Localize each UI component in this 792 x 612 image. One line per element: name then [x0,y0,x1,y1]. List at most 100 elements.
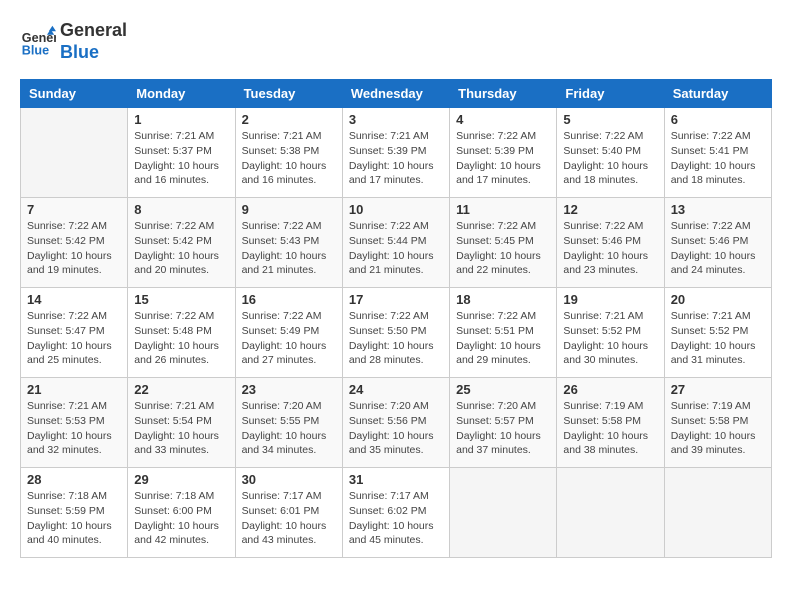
daylight-label: Daylight: 10 hours and 16 minutes. [242,160,327,187]
day-cell: 12 Sunrise: 7:22 AM Sunset: 5:46 PM Dayl… [557,198,664,288]
sunset-label: Sunset: 5:59 PM [27,505,105,517]
sunset-label: Sunset: 5:48 PM [134,325,212,337]
day-number: 11 [456,202,550,217]
sunrise-label: Sunrise: 7:22 AM [134,220,214,232]
day-info: Sunrise: 7:22 AM Sunset: 5:51 PM Dayligh… [456,309,550,368]
sunset-label: Sunset: 5:38 PM [242,145,320,157]
logo: General Blue General Blue [20,20,127,63]
day-info: Sunrise: 7:22 AM Sunset: 5:46 PM Dayligh… [671,219,765,278]
day-cell [664,468,771,558]
day-info: Sunrise: 7:22 AM Sunset: 5:42 PM Dayligh… [27,219,121,278]
sunset-label: Sunset: 5:37 PM [134,145,212,157]
day-number: 7 [27,202,121,217]
day-number: 17 [349,292,443,307]
day-cell [450,468,557,558]
day-cell: 5 Sunrise: 7:22 AM Sunset: 5:40 PM Dayli… [557,108,664,198]
day-cell: 25 Sunrise: 7:20 AM Sunset: 5:57 PM Dayl… [450,378,557,468]
day-cell [21,108,128,198]
day-info: Sunrise: 7:22 AM Sunset: 5:40 PM Dayligh… [563,129,657,188]
column-header-friday: Friday [557,80,664,108]
day-info: Sunrise: 7:22 AM Sunset: 5:46 PM Dayligh… [563,219,657,278]
day-info: Sunrise: 7:22 AM Sunset: 5:47 PM Dayligh… [27,309,121,368]
daylight-label: Daylight: 10 hours and 42 minutes. [134,520,219,547]
daylight-label: Daylight: 10 hours and 24 minutes. [671,250,756,277]
sunrise-label: Sunrise: 7:22 AM [349,220,429,232]
day-number: 16 [242,292,336,307]
day-number: 28 [27,472,121,487]
day-info: Sunrise: 7:22 AM Sunset: 5:43 PM Dayligh… [242,219,336,278]
daylight-label: Daylight: 10 hours and 20 minutes. [134,250,219,277]
daylight-label: Daylight: 10 hours and 18 minutes. [671,160,756,187]
column-header-saturday: Saturday [664,80,771,108]
day-info: Sunrise: 7:21 AM Sunset: 5:37 PM Dayligh… [134,129,228,188]
day-info: Sunrise: 7:22 AM Sunset: 5:39 PM Dayligh… [456,129,550,188]
day-cell: 22 Sunrise: 7:21 AM Sunset: 5:54 PM Dayl… [128,378,235,468]
sunrise-label: Sunrise: 7:21 AM [27,400,107,412]
sunset-label: Sunset: 5:55 PM [242,415,320,427]
day-number: 21 [27,382,121,397]
day-cell: 9 Sunrise: 7:22 AM Sunset: 5:43 PM Dayli… [235,198,342,288]
column-header-thursday: Thursday [450,80,557,108]
day-info: Sunrise: 7:22 AM Sunset: 5:48 PM Dayligh… [134,309,228,368]
sunrise-label: Sunrise: 7:21 AM [242,130,322,142]
sunrise-label: Sunrise: 7:22 AM [563,220,643,232]
day-info: Sunrise: 7:22 AM Sunset: 5:42 PM Dayligh… [134,219,228,278]
sunset-label: Sunset: 5:52 PM [671,325,749,337]
day-number: 15 [134,292,228,307]
sunset-label: Sunset: 5:39 PM [456,145,534,157]
sunrise-label: Sunrise: 7:22 AM [671,220,751,232]
sunrise-label: Sunrise: 7:19 AM [563,400,643,412]
column-header-sunday: Sunday [21,80,128,108]
day-number: 25 [456,382,550,397]
sunset-label: Sunset: 5:56 PM [349,415,427,427]
sunset-label: Sunset: 6:01 PM [242,505,320,517]
day-info: Sunrise: 7:18 AM Sunset: 6:00 PM Dayligh… [134,489,228,548]
calendar-table: SundayMondayTuesdayWednesdayThursdayFrid… [20,79,772,558]
daylight-label: Daylight: 10 hours and 27 minutes. [242,340,327,367]
day-number: 6 [671,112,765,127]
day-number: 12 [563,202,657,217]
sunset-label: Sunset: 5:54 PM [134,415,212,427]
day-info: Sunrise: 7:21 AM Sunset: 5:39 PM Dayligh… [349,129,443,188]
sunrise-label: Sunrise: 7:22 AM [456,310,536,322]
day-info: Sunrise: 7:19 AM Sunset: 5:58 PM Dayligh… [671,399,765,458]
day-cell: 18 Sunrise: 7:22 AM Sunset: 5:51 PM Dayl… [450,288,557,378]
day-cell: 1 Sunrise: 7:21 AM Sunset: 5:37 PM Dayli… [128,108,235,198]
header-row: SundayMondayTuesdayWednesdayThursdayFrid… [21,80,772,108]
week-row-4: 21 Sunrise: 7:21 AM Sunset: 5:53 PM Dayl… [21,378,772,468]
sunrise-label: Sunrise: 7:22 AM [563,130,643,142]
sunrise-label: Sunrise: 7:22 AM [456,220,536,232]
sunset-label: Sunset: 5:49 PM [242,325,320,337]
daylight-label: Daylight: 10 hours and 33 minutes. [134,430,219,457]
day-info: Sunrise: 7:20 AM Sunset: 5:57 PM Dayligh… [456,399,550,458]
day-cell: 6 Sunrise: 7:22 AM Sunset: 5:41 PM Dayli… [664,108,771,198]
page-header: General Blue General Blue [20,20,772,63]
day-cell: 20 Sunrise: 7:21 AM Sunset: 5:52 PM Dayl… [664,288,771,378]
day-cell: 16 Sunrise: 7:22 AM Sunset: 5:49 PM Dayl… [235,288,342,378]
sunset-label: Sunset: 5:57 PM [456,415,534,427]
sunset-label: Sunset: 5:58 PM [671,415,749,427]
sunrise-label: Sunrise: 7:21 AM [671,310,751,322]
daylight-label: Daylight: 10 hours and 25 minutes. [27,340,112,367]
daylight-label: Daylight: 10 hours and 26 minutes. [134,340,219,367]
day-info: Sunrise: 7:21 AM Sunset: 5:54 PM Dayligh… [134,399,228,458]
day-cell: 31 Sunrise: 7:17 AM Sunset: 6:02 PM Dayl… [342,468,449,558]
sunrise-label: Sunrise: 7:17 AM [242,490,322,502]
sunset-label: Sunset: 5:58 PM [563,415,641,427]
sunset-label: Sunset: 5:42 PM [134,235,212,247]
day-number: 30 [242,472,336,487]
daylight-label: Daylight: 10 hours and 37 minutes. [456,430,541,457]
day-cell: 7 Sunrise: 7:22 AM Sunset: 5:42 PM Dayli… [21,198,128,288]
day-cell: 24 Sunrise: 7:20 AM Sunset: 5:56 PM Dayl… [342,378,449,468]
sunrise-label: Sunrise: 7:18 AM [134,490,214,502]
column-header-monday: Monday [128,80,235,108]
day-number: 27 [671,382,765,397]
sunset-label: Sunset: 5:40 PM [563,145,641,157]
daylight-label: Daylight: 10 hours and 28 minutes. [349,340,434,367]
day-cell: 8 Sunrise: 7:22 AM Sunset: 5:42 PM Dayli… [128,198,235,288]
sunrise-label: Sunrise: 7:21 AM [134,130,214,142]
day-cell: 19 Sunrise: 7:21 AM Sunset: 5:52 PM Dayl… [557,288,664,378]
day-number: 10 [349,202,443,217]
daylight-label: Daylight: 10 hours and 40 minutes. [27,520,112,547]
day-cell: 26 Sunrise: 7:19 AM Sunset: 5:58 PM Dayl… [557,378,664,468]
